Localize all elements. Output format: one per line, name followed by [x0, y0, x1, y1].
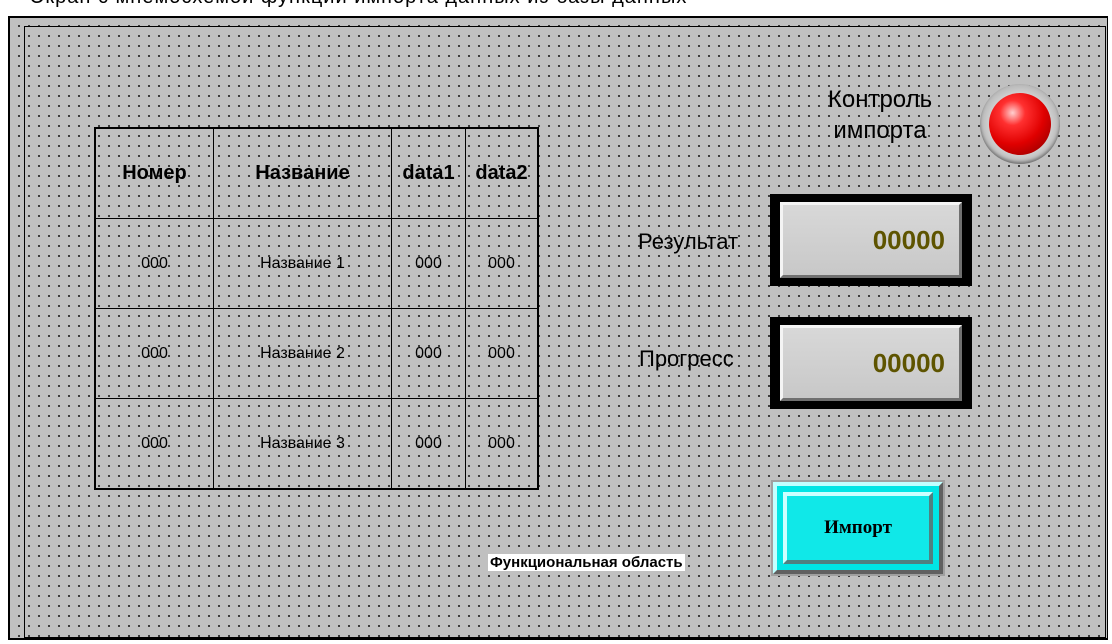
table-cell: 000 — [465, 218, 539, 309]
table-row: 000 Название 2 000 000 — [94, 308, 539, 399]
table-row: 000 Название 1 000 000 — [94, 218, 539, 309]
result-display: 00000 — [770, 194, 972, 286]
table-cell: 000 — [391, 218, 466, 309]
result-value: 00000 — [780, 202, 962, 278]
screen-caption: Экран с мнемосхемой функции импорта данн… — [30, 0, 687, 9]
column-header-name: Название — [213, 127, 392, 219]
column-header-data1: data1 — [391, 127, 466, 219]
design-canvas: Номер Название data1 data2 000 Название … — [8, 16, 1108, 640]
import-control-label-line1: Контроль — [827, 86, 933, 113]
column-header-data2: data2 — [465, 127, 539, 219]
table-cell: 000 — [94, 398, 214, 490]
table-cell: 000 — [465, 398, 539, 490]
table-cell: 000 — [94, 308, 214, 399]
indicator-lamp-icon — [989, 93, 1051, 155]
function-area-label: Функциональная область — [488, 554, 685, 571]
result-label: Результат — [638, 229, 739, 254]
table-cell: Название 1 — [213, 218, 392, 309]
table-cell: 000 — [391, 398, 466, 490]
table-cell: 000 — [391, 308, 466, 399]
import-status-indicator — [980, 84, 1060, 164]
table-cell: 000 — [465, 308, 539, 399]
progress-display: 00000 — [770, 317, 972, 409]
table-cell: Название 3 — [213, 398, 392, 490]
progress-label: Прогресс — [639, 346, 734, 371]
progress-value: 00000 — [780, 325, 962, 401]
hmi-screen: Экран с мнемосхемой функции импорта данн… — [0, 0, 1112, 644]
table-row: 000 Название 3 000 000 — [94, 398, 539, 490]
column-header-number: Номер — [94, 127, 214, 219]
import-button-label: Импорт — [783, 492, 933, 564]
table-cell: 000 — [94, 218, 214, 309]
data-table: Номер Название data1 data2 000 Название … — [94, 127, 539, 490]
import-control-label-line2: импорта — [833, 117, 927, 145]
table-cell: Название 2 — [213, 308, 392, 399]
import-control-label: Контроль импорта — [810, 84, 950, 146]
table-header-row: Номер Название data1 data2 — [94, 127, 539, 219]
import-button[interactable]: Импорт — [771, 480, 945, 576]
